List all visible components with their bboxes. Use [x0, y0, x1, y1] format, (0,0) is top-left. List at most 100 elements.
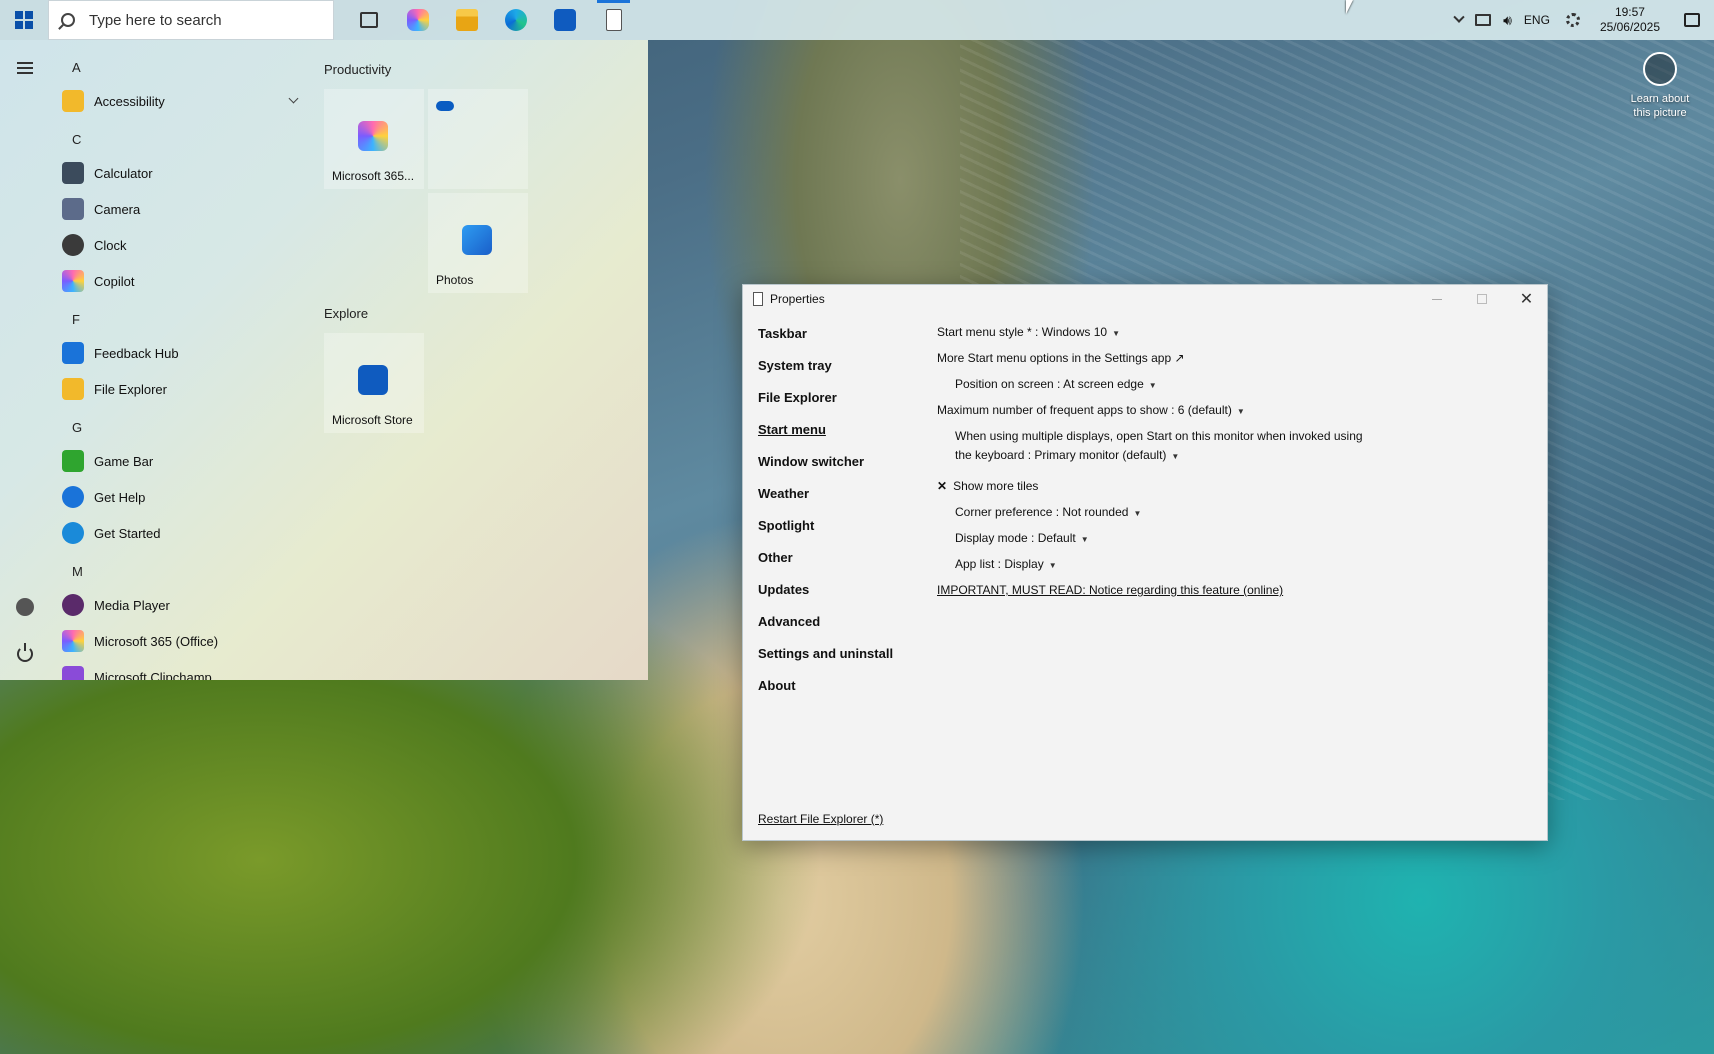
nav-other[interactable]: Other: [758, 545, 793, 569]
search-icon: [61, 13, 75, 27]
tile-label: Microsoft 365...: [332, 169, 415, 183]
display-mode-option[interactable]: Display mode : Default ▼: [955, 531, 1089, 545]
letter-header-f[interactable]: F: [72, 312, 80, 327]
app-game-bar[interactable]: Game Bar: [62, 446, 302, 476]
letter-header-c[interactable]: C: [72, 132, 81, 147]
tile-microsoft-365[interactable]: Microsoft 365...: [324, 89, 424, 189]
app-label: Microsoft 365 (Office): [94, 633, 219, 649]
option-label: Corner preference : Not rounded: [955, 505, 1129, 519]
show-more-tiles-checkbox[interactable]: ✕ Show more tiles: [937, 479, 1038, 493]
app-label: Camera: [94, 201, 141, 217]
start-button[interactable]: [0, 0, 48, 40]
microsoft-365-icon: [62, 630, 84, 652]
important-notice-link[interactable]: IMPORTANT, MUST READ: Notice regarding t…: [937, 583, 1283, 597]
minimize-icon: [1431, 298, 1442, 300]
start-menu-style-option[interactable]: Start menu style * : Windows 10 ▼: [937, 325, 1120, 339]
tile-photos[interactable]: Photos: [428, 193, 528, 293]
app-file-explorer[interactable]: File Explorer: [62, 374, 302, 404]
nav-window-switcher[interactable]: Window switcher: [758, 449, 864, 473]
tile-microsoft-store[interactable]: Microsoft Store: [324, 333, 424, 433]
nav-system-tray[interactable]: System tray: [758, 353, 832, 377]
nav-about[interactable]: About: [758, 673, 796, 697]
volume-button[interactable]: 🔊︎: [1497, 0, 1518, 40]
clock[interactable]: 19:57 25/06/2025: [1590, 0, 1670, 40]
corner-preference-option[interactable]: Corner preference : Not rounded ▼: [955, 505, 1141, 519]
letter-header-a[interactable]: A: [72, 60, 81, 75]
show-hidden-icons-button[interactable]: [1449, 0, 1469, 40]
learn-about-picture[interactable]: Learn about this picture: [1620, 52, 1700, 120]
file-explorer-taskbar-button[interactable]: [442, 0, 491, 40]
task-view-button[interactable]: [344, 0, 393, 40]
option-label: the keyboard : Primary monitor (default): [955, 448, 1167, 462]
network-button[interactable]: [1469, 0, 1497, 40]
hamburger-menu-icon[interactable]: [17, 62, 33, 74]
multi-display-option[interactable]: the keyboard : Primary monitor (default)…: [955, 448, 1179, 462]
app-microsoft-365[interactable]: Microsoft 365 (Office): [62, 626, 302, 656]
taskbar-search-box[interactable]: Type here to search: [48, 0, 334, 40]
more-start-options-link[interactable]: More Start menu options in the Settings …: [937, 351, 1185, 365]
app-media-player[interactable]: Media Player: [62, 590, 302, 620]
copilot-taskbar-button[interactable]: [393, 0, 442, 40]
app-list-option[interactable]: App list : Display ▼: [955, 557, 1057, 571]
app-get-started[interactable]: Get Started: [62, 518, 302, 548]
task-view-icon: [359, 12, 378, 28]
power-icon[interactable]: [17, 643, 33, 662]
nav-spotlight[interactable]: Spotlight: [758, 513, 814, 537]
edge-taskbar-button[interactable]: [491, 0, 540, 40]
store-taskbar-button[interactable]: [540, 0, 589, 40]
nav-weather[interactable]: Weather: [758, 481, 809, 505]
dropdown-caret-icon: ▼: [1133, 509, 1142, 518]
system-tray: 🔊︎ ENG 19:57 25/06/2025: [1449, 0, 1714, 40]
media-player-icon: [62, 594, 84, 616]
maximize-button[interactable]: [1459, 285, 1504, 313]
clipchamp-icon: [62, 666, 84, 680]
clock-time: 19:57: [1614, 5, 1645, 19]
start-rail: [0, 40, 50, 680]
position-on-screen-option[interactable]: Position on screen : At screen edge ▼: [955, 377, 1157, 391]
letter-header-m[interactable]: M: [72, 564, 83, 579]
restart-file-explorer-link[interactable]: Restart File Explorer (*): [758, 812, 883, 826]
max-frequent-apps-option[interactable]: Maximum number of frequent apps to show …: [937, 403, 1245, 417]
learn-line-1: Learn about: [1630, 93, 1690, 105]
minimize-button[interactable]: [1414, 285, 1459, 313]
nav-taskbar[interactable]: Taskbar: [758, 321, 807, 345]
letter-header-g[interactable]: G: [72, 420, 82, 435]
close-button[interactable]: ✕: [1504, 285, 1549, 313]
window-title: Properties: [770, 292, 825, 306]
properties-taskbar-button[interactable]: [589, 0, 638, 40]
onedrive-cloud-icon: [436, 101, 454, 111]
user-account-icon[interactable]: [16, 598, 34, 616]
tile-label: Microsoft Store: [332, 413, 413, 427]
dropdown-caret-icon: ▼: [1048, 561, 1057, 570]
nav-advanced[interactable]: Advanced: [758, 609, 820, 633]
close-icon: ✕: [1519, 291, 1534, 308]
tile-onedrive[interactable]: [428, 89, 528, 189]
windows-logo-icon: [15, 11, 33, 29]
maximize-icon: [1476, 294, 1487, 304]
settings-tray-button[interactable]: [1556, 0, 1590, 40]
notifications-button[interactable]: [1670, 0, 1714, 40]
app-clock[interactable]: Clock: [62, 230, 302, 260]
network-icon: [1475, 14, 1492, 26]
nav-updates[interactable]: Updates: [758, 577, 809, 601]
nav-file-explorer[interactable]: File Explorer: [758, 385, 837, 409]
app-clipchamp[interactable]: Microsoft Clipchamp: [62, 662, 302, 680]
nav-start-menu[interactable]: Start menu: [758, 417, 826, 441]
tile-group-explore[interactable]: Explore: [324, 306, 368, 321]
app-label: Accessibility: [94, 93, 165, 109]
app-accessibility[interactable]: Accessibility: [62, 86, 302, 116]
app-camera[interactable]: Camera: [62, 194, 302, 224]
nav-settings-uninstall[interactable]: Settings and uninstall: [758, 641, 893, 665]
notification-icon: [1684, 13, 1700, 27]
app-calculator[interactable]: Calculator: [62, 158, 302, 188]
mouse-cursor-icon: [1346, 0, 1353, 14]
edge-icon: [504, 9, 527, 31]
app-label: Get Started: [94, 525, 161, 541]
app-get-help[interactable]: Get Help: [62, 482, 302, 512]
tile-group-productivity[interactable]: Productivity: [324, 62, 391, 77]
properties-icon: [605, 9, 622, 31]
multi-display-option-line-1[interactable]: When using multiple displays, open Start…: [955, 429, 1363, 443]
app-feedback-hub[interactable]: Feedback Hub: [62, 338, 302, 368]
language-indicator[interactable]: ENG: [1518, 0, 1556, 40]
app-copilot[interactable]: Copilot: [62, 266, 302, 296]
